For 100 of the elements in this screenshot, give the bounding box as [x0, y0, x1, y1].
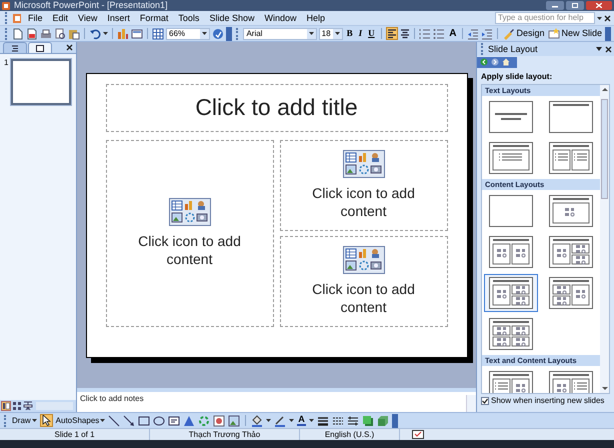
forward-icon[interactable]	[491, 58, 499, 66]
menu-item[interactable]: Window	[260, 14, 300, 22]
arrow-style-icon[interactable]	[346, 414, 359, 426]
content-icons-drawing[interactable]	[342, 150, 384, 178]
toolbar-grip[interactable]	[236, 28, 240, 40]
shadow-style-icon[interactable]	[362, 414, 374, 426]
content-icons-drawing[interactable]	[168, 198, 210, 226]
align-left-button[interactable]	[386, 27, 398, 40]
design-button[interactable]: Design	[502, 28, 546, 40]
numbered-list-icon[interactable]	[419, 28, 432, 40]
menu-item[interactable]: Tools	[174, 14, 204, 22]
menu-item[interactable]: Format	[136, 14, 172, 22]
menu-item[interactable]: Slide Show	[205, 14, 258, 22]
increase-indent-icon[interactable]	[481, 28, 494, 40]
menu-item[interactable]: Edit	[48, 14, 72, 22]
caret-icon[interactable]	[266, 419, 272, 422]
caret-icon[interactable]	[308, 32, 314, 35]
underline-button[interactable]: U	[366, 29, 377, 38]
content-placeholder[interactable]: Click icon to add content	[106, 140, 274, 326]
normal-view-icon[interactable]	[1, 401, 11, 411]
checkbox[interactable]	[481, 397, 489, 405]
menu-item[interactable]: File	[24, 14, 47, 22]
title-placeholder[interactable]: Click to add title	[106, 84, 448, 132]
dash-style-icon[interactable]	[332, 414, 344, 426]
three-d-style-icon[interactable]	[376, 414, 389, 426]
menu-item[interactable]: View	[74, 14, 102, 22]
vertical-scrollbar[interactable]	[466, 395, 476, 413]
toolbar-options-button[interactable]	[392, 414, 398, 428]
caret-icon[interactable]	[202, 32, 208, 35]
chart-icon[interactable]	[117, 28, 129, 40]
close-icon[interactable]	[66, 44, 73, 51]
content-placeholder[interactable]: Click icon to add content	[280, 140, 448, 230]
close-icon[interactable]	[604, 14, 611, 22]
back-icon[interactable]	[480, 58, 488, 66]
rectangle-icon[interactable]	[138, 414, 150, 426]
slide-design-icon[interactable]	[131, 28, 143, 40]
slide-sorter-icon[interactable]	[12, 401, 22, 411]
toolbar-grip[interactable]	[5, 12, 8, 24]
bulleted-list-icon[interactable]	[433, 28, 446, 40]
align-center-button[interactable]	[400, 27, 410, 40]
pdf-icon[interactable]	[26, 28, 38, 40]
caret-icon[interactable]	[289, 419, 294, 422]
font-color-button[interactable]: A	[297, 415, 306, 426]
slide-layout-thumbnail[interactable]	[484, 274, 538, 312]
document-icon[interactable]	[12, 12, 22, 24]
caret-icon[interactable]	[597, 16, 602, 20]
undo-icon[interactable]	[89, 28, 101, 40]
arrow-icon[interactable]	[123, 414, 136, 426]
menu-item[interactable]: Help	[302, 14, 329, 22]
line-color-icon[interactable]	[274, 414, 286, 426]
pointer-icon	[42, 415, 51, 426]
font-size-dropdown[interactable]: 18	[318, 28, 343, 40]
font-dropdown[interactable]: Arial	[243, 28, 317, 40]
text-box-icon[interactable]	[168, 414, 180, 426]
paste-icon[interactable]	[68, 28, 80, 40]
slides-tab[interactable]	[28, 42, 52, 53]
minimize-button[interactable]	[546, 1, 564, 10]
slide-show-icon[interactable]	[23, 401, 33, 411]
print-icon[interactable]	[40, 28, 52, 40]
close-button[interactable]	[586, 1, 612, 10]
line-icon[interactable]	[108, 414, 120, 426]
scroll-up-icon[interactable]	[602, 87, 608, 92]
italic-button[interactable]: I	[356, 29, 364, 38]
close-icon[interactable]	[605, 46, 612, 52]
menu-item[interactable]: Insert	[103, 14, 134, 22]
caret-icon[interactable]	[334, 32, 340, 35]
zoom-dropdown[interactable]: 66%	[166, 28, 210, 40]
new-slide-button[interactable]: New Slide	[547, 28, 603, 40]
scroll-thumb[interactable]	[601, 99, 608, 199]
decrease-indent-icon[interactable]	[467, 28, 480, 40]
caret-icon[interactable]	[103, 32, 108, 35]
caret-icon[interactable]	[596, 47, 602, 51]
draw-menu-button[interactable]: Draw	[12, 416, 37, 424]
caret-icon[interactable]	[308, 419, 314, 422]
table-icon[interactable]	[152, 28, 164, 40]
content-placeholder[interactable]: Click icon to add content	[280, 236, 448, 326]
help-icon[interactable]	[212, 28, 224, 40]
toolbar-grip[interactable]	[5, 28, 8, 40]
grow-font-button[interactable]: A	[447, 28, 458, 38]
bold-button[interactable]: B	[344, 29, 355, 38]
toolbar-options-button[interactable]	[226, 26, 232, 40]
picture-icon[interactable]	[228, 414, 240, 426]
maximize-button[interactable]	[566, 1, 584, 10]
content-icons-drawing[interactable]	[342, 246, 384, 274]
autoshapes-menu-button[interactable]: AutoShapes	[56, 416, 106, 424]
oval-icon[interactable]	[153, 414, 166, 426]
clip-art-icon[interactable]	[213, 414, 226, 426]
fill-color-icon[interactable]	[251, 414, 264, 426]
toolbar-grip[interactable]	[481, 43, 484, 55]
scroll-down-icon[interactable]	[602, 386, 608, 391]
slide-thumbnail[interactable]	[11, 59, 71, 105]
help-search-field[interactable]: Type a question for help	[495, 12, 595, 24]
vertical-scrollbar[interactable]	[600, 85, 609, 393]
preview-icon[interactable]	[54, 28, 66, 40]
toolbar-options-button[interactable]	[605, 26, 611, 40]
outline-tab[interactable]	[3, 42, 27, 53]
notes-pane[interactable]: Click to add notes	[77, 388, 476, 412]
home-icon[interactable]	[502, 58, 510, 66]
line-style-icon[interactable]	[316, 414, 329, 426]
select-objects-button[interactable]	[40, 414, 53, 427]
